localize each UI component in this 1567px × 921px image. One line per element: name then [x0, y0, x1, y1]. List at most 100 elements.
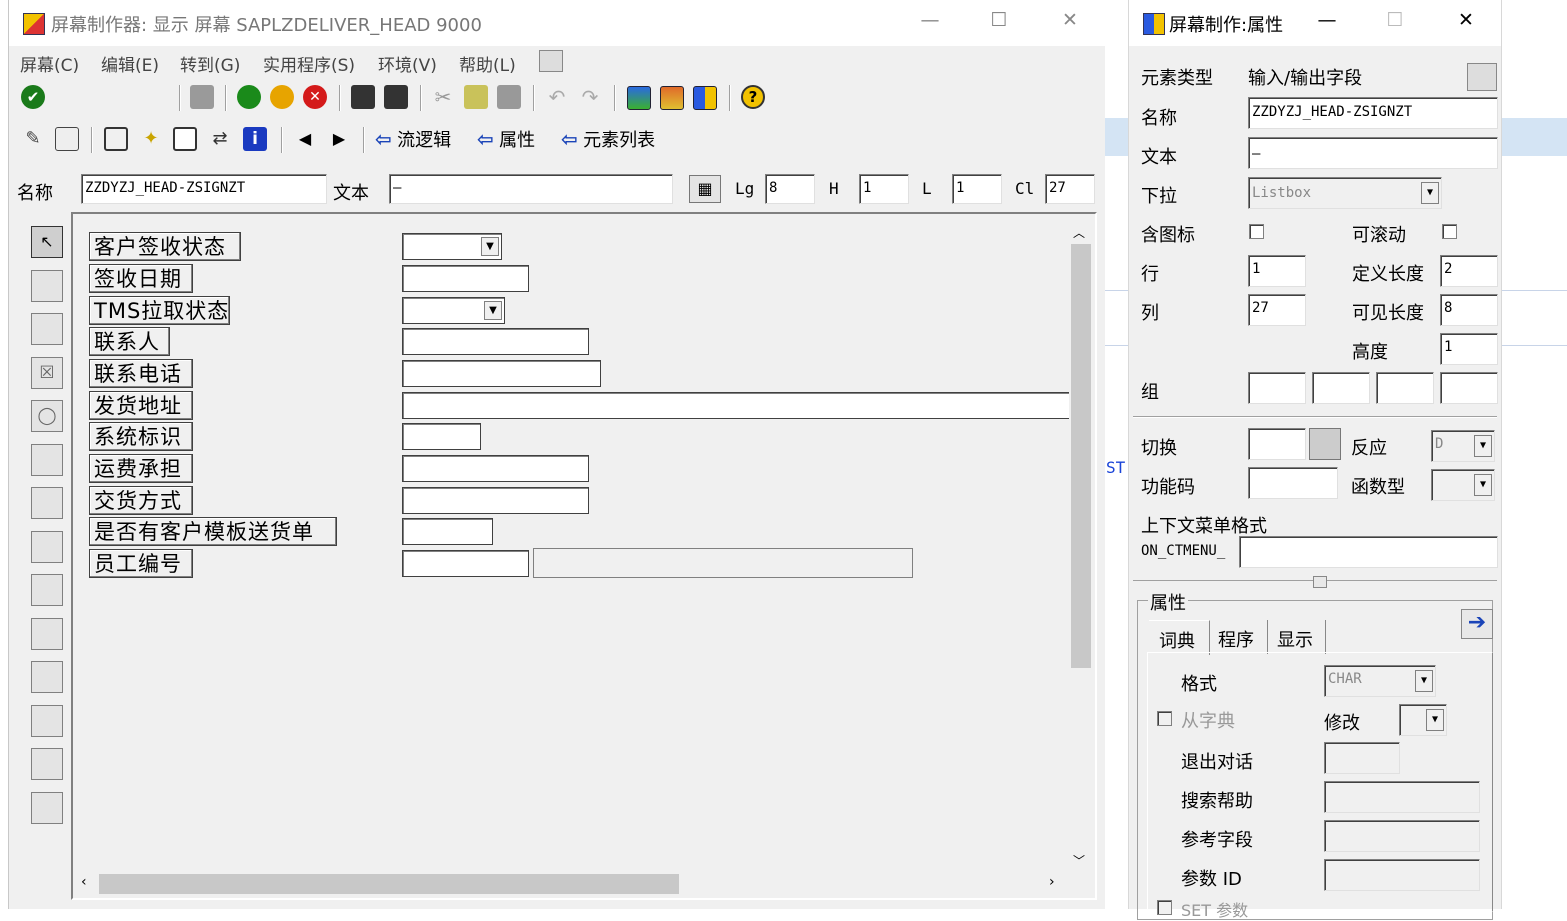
help-icon[interactable]: ? — [741, 85, 765, 109]
layout-icon[interactable] — [693, 86, 717, 110]
minimize-button[interactable]: — — [1312, 9, 1342, 31]
dropdown-select[interactable]: Listbox ▼ — [1248, 177, 1442, 209]
screen-label-freight[interactable]: 运费承担 — [89, 454, 193, 483]
info-icon[interactable]: i — [243, 127, 267, 151]
attributes-button[interactable]: ⇦ 属性 — [477, 126, 535, 152]
paste-icon[interactable] — [497, 85, 521, 109]
reference-field[interactable] — [1324, 820, 1480, 852]
print-icon[interactable] — [351, 85, 375, 109]
scrollable-checkbox[interactable] — [1442, 224, 1457, 239]
name-field[interactable]: ZZDYZJ_HEAD-ZSIGNZT — [81, 174, 327, 204]
input-system-id[interactable] — [402, 423, 481, 450]
pointer-tool-icon[interactable]: ↖ — [31, 226, 63, 258]
group-field-4[interactable] — [1440, 372, 1498, 404]
element-list-button[interactable]: ⇦ 元素列表 — [561, 126, 655, 152]
transport-icon[interactable]: ⇄ — [208, 127, 232, 151]
vertical-scroll-thumb[interactable] — [1071, 244, 1091, 668]
create-session-icon[interactable] — [627, 86, 651, 110]
element-type-button[interactable] — [1467, 63, 1497, 91]
close-button[interactable]: ✕ — [1055, 9, 1085, 31]
edit-pencil-icon[interactable]: ✎ — [21, 127, 45, 151]
maximize-button[interactable]: ☐ — [984, 9, 1014, 31]
horizontal-scroll-thumb[interactable] — [99, 874, 679, 894]
subscreen-tool-icon[interactable] — [31, 618, 63, 650]
text-field[interactable]: — — [389, 174, 673, 204]
screen-label-contact[interactable]: 联系人 — [89, 327, 170, 356]
input-sign-date[interactable] — [402, 265, 529, 292]
input-customer-template[interactable] — [402, 518, 493, 545]
tab-display[interactable]: 显示 — [1269, 620, 1326, 654]
menu-help[interactable]: 帮助(L) — [459, 51, 516, 76]
set-parameter-checkbox[interactable] — [1157, 900, 1172, 915]
input-employee-id[interactable] — [402, 550, 529, 577]
menu-edit[interactable]: 编辑(E) — [101, 51, 159, 76]
screen-label-delivery-mode[interactable]: 交货方式 — [89, 486, 193, 515]
with-icon-checkbox[interactable] — [1249, 224, 1264, 239]
tabstrip-wizard-tool-icon[interactable] — [31, 531, 63, 563]
search-help-field[interactable] — [1324, 781, 1480, 813]
exit-icon[interactable] — [270, 85, 294, 109]
screen-label-customer-sign-status[interactable]: 客户签收状态 — [89, 232, 241, 261]
input-freight[interactable] — [402, 455, 589, 482]
tab-dictionary[interactable]: 词典 — [1149, 620, 1210, 655]
magic-wand-icon[interactable]: ✦ — [139, 127, 163, 151]
screen-label-customer-template[interactable]: 是否有客户模板送货单 — [89, 517, 337, 546]
shortcut-icon[interactable] — [660, 86, 684, 110]
menu-goto[interactable]: 转到(G) — [180, 51, 240, 76]
h-field[interactable]: 1 — [859, 174, 909, 204]
response-select[interactable]: D ▼ — [1431, 430, 1495, 462]
text-field[interactable]: — — [1248, 137, 1498, 169]
lg-field[interactable]: 8 — [765, 174, 815, 204]
dictionary-icon[interactable]: ▦ — [689, 175, 721, 203]
scroll-up-icon[interactable]: ︿ — [1073, 224, 1085, 241]
column-field[interactable]: 27 — [1248, 294, 1306, 326]
visible-length-field[interactable]: 8 — [1440, 294, 1498, 326]
copy-icon[interactable] — [464, 85, 488, 109]
modify-select[interactable]: ▼ — [1399, 704, 1447, 736]
exit-dialog-field[interactable] — [1324, 742, 1400, 774]
scroll-down-icon[interactable]: ﹀ — [1073, 852, 1085, 869]
display-change-icon[interactable] — [55, 127, 79, 151]
group-field-1[interactable] — [1248, 372, 1306, 404]
cut-icon[interactable]: ✂ — [431, 85, 455, 109]
find-icon[interactable] — [384, 85, 408, 109]
group-field-3[interactable] — [1376, 372, 1434, 404]
input-contact[interactable] — [402, 328, 589, 355]
tab-program[interactable]: 程序 — [1211, 620, 1268, 654]
l-field[interactable]: 1 — [952, 174, 1002, 204]
screen-label-system-id[interactable]: 系统标识 — [89, 422, 193, 451]
vertical-scrollbar[interactable]: ︿ ﹀ — [1069, 222, 1093, 872]
context-menu-field[interactable] — [1239, 536, 1498, 568]
next-icon[interactable]: ▶ — [327, 127, 351, 151]
layout-menu-icon[interactable] — [539, 50, 563, 72]
layout-editor-icon[interactable] — [173, 127, 197, 151]
switch-icon-button[interactable] — [1309, 428, 1341, 460]
input-contact-phone[interactable] — [402, 360, 601, 387]
splitter-grip[interactable] — [1313, 576, 1327, 588]
text-field-tool-icon[interactable] — [31, 270, 63, 302]
format-select[interactable]: CHAR ▼ — [1324, 665, 1436, 697]
back-icon[interactable] — [237, 85, 261, 109]
screen-label-sign-date[interactable]: 签收日期 — [89, 264, 193, 293]
radio-button-tool-icon[interactable]: ◯ — [31, 400, 63, 432]
menu-utilities[interactable]: 实用程序(S) — [263, 51, 355, 76]
listbox-tms-status[interactable]: ▼ — [402, 297, 505, 324]
table-control-tool-icon[interactable] — [31, 661, 63, 693]
navigate-arrow-button[interactable]: ➔ — [1461, 609, 1493, 639]
from-dictionary-checkbox[interactable] — [1157, 711, 1172, 726]
undo-icon[interactable]: ↶ — [545, 85, 569, 109]
redo-icon[interactable]: ↷ — [578, 85, 602, 109]
io-field-tool-icon[interactable] — [31, 313, 63, 345]
command-field[interactable] — [61, 84, 173, 110]
tabstrip-tool-icon[interactable] — [31, 487, 63, 519]
parameter-id-field[interactable] — [1324, 859, 1480, 891]
scroll-right-icon[interactable]: › — [1049, 874, 1055, 890]
scroll-left-icon[interactable]: ‹ — [81, 874, 87, 890]
save-icon[interactable] — [190, 85, 214, 109]
horizontal-scrollbar[interactable]: ‹ › — [77, 872, 1069, 896]
table-wizard-tool-icon[interactable] — [31, 705, 63, 737]
cancel-icon[interactable]: ✕ — [303, 85, 327, 109]
minimize-button[interactable]: — — [915, 9, 945, 31]
screen-label-employee-id[interactable]: 员工编号 — [89, 549, 193, 578]
function-code-field[interactable] — [1248, 467, 1338, 499]
